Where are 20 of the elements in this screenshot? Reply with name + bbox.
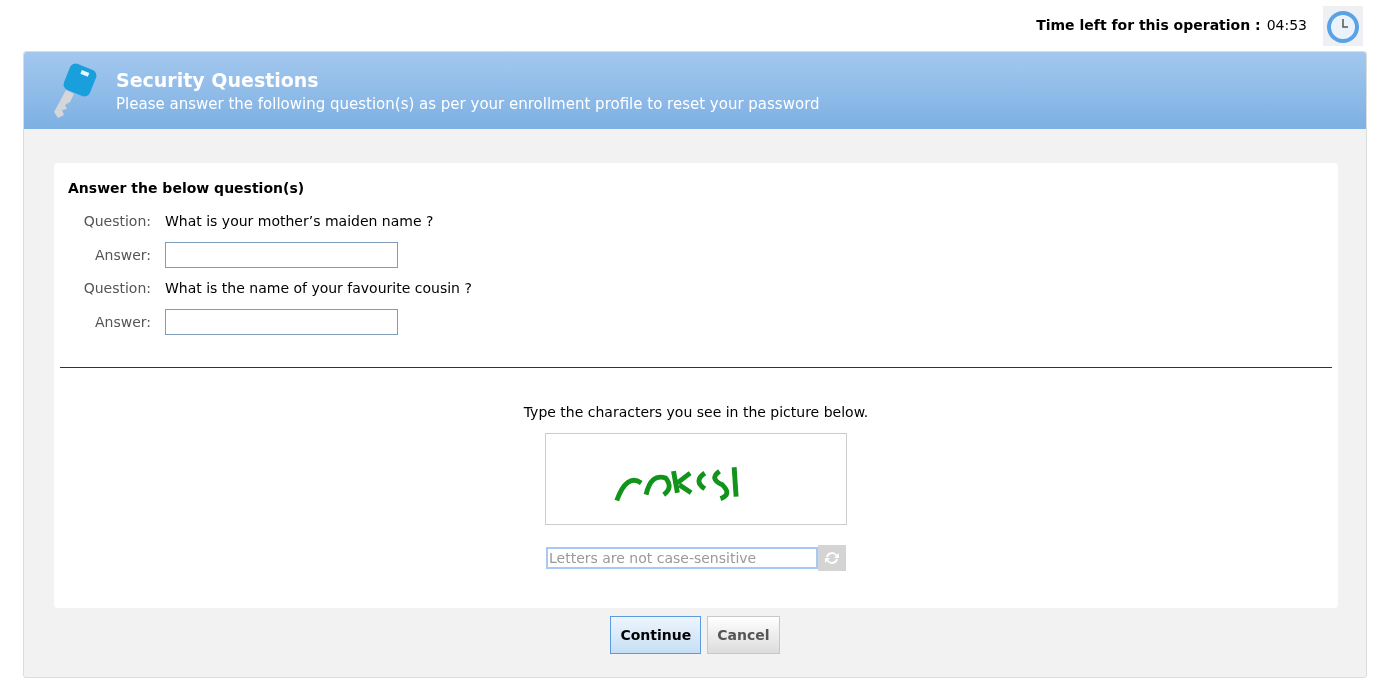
answer-field[interactable] [165,309,398,335]
refresh-icon [823,549,841,567]
timer-value: 04:53 [1266,16,1307,35]
cancel-button[interactable]: Cancel [707,616,780,654]
captcha-instruction: Type the characters you see in the picture below. [523,403,869,422]
question-text: What is your mother’s maiden name ? [165,212,435,231]
question-label: Question: [82,212,151,231]
refresh-button[interactable] [818,545,846,571]
timer-label: Time left for this operation : [1036,16,1261,35]
captcha-input-field[interactable]: Letters are not case-sensitive [546,547,818,569]
answer-field[interactable] [165,242,398,268]
page-subtitle: Please answer the following question(s) as per your enrollment profile to reset your password [116,93,820,115]
question-label: Question: [82,279,151,298]
question-text: What is the name of your favourite cousin ? [165,279,473,298]
continue-button[interactable]: Continue [610,616,702,654]
section-heading: Answer the below question(s) [68,179,306,198]
answer-label: Answer: [93,312,151,332]
clock-icon [1323,5,1363,46]
page-title: Security Questions [116,67,320,93]
answer-label: Answer: [93,245,151,265]
